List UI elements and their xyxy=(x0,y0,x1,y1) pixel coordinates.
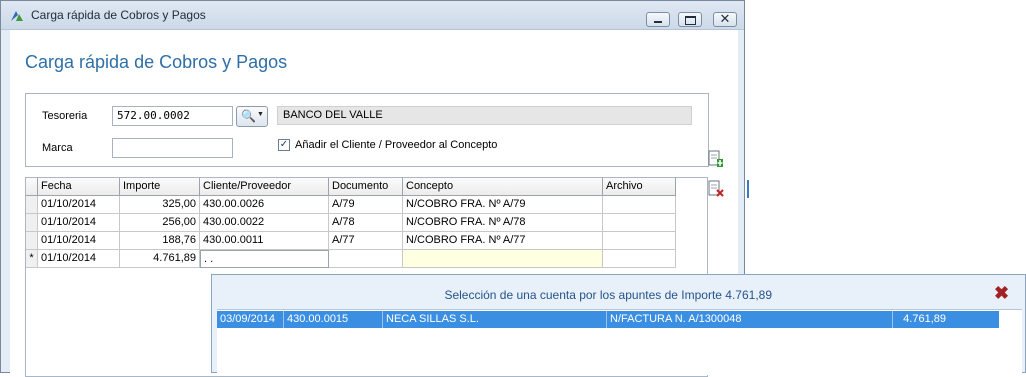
app-icon xyxy=(11,11,23,21)
row-marker[interactable] xyxy=(26,232,38,250)
popup-results-list[interactable]: 03/09/2014 430.00.0015 NECA SILLAS S.L. … xyxy=(217,309,1022,375)
header-row-marker xyxy=(26,178,38,196)
add-row-icon[interactable] xyxy=(708,150,724,168)
marca-input[interactable] xyxy=(112,138,233,158)
cell-concepto[interactable]: N/COBRO FRA. Nº A/77 xyxy=(403,232,603,250)
bank-name-field: BANCO DEL VALLE xyxy=(277,106,692,125)
tesoreria-label: Tesoreria xyxy=(42,110,88,122)
popup-title: Selección de una cuenta por los apuntes … xyxy=(444,288,772,302)
result-concepto: N/FACTURA N. A/1300048 xyxy=(607,311,893,328)
cell-fecha[interactable]: 01/10/2014 xyxy=(38,214,120,232)
marca-label: Marca xyxy=(42,142,73,154)
maximize-button[interactable] xyxy=(678,12,702,27)
background-window-edge xyxy=(747,180,749,198)
cell-fecha[interactable]: 01/10/2014 xyxy=(38,232,120,250)
cell-archivo[interactable] xyxy=(603,214,676,232)
list-item-selected[interactable]: 03/09/2014 430.00.0015 NECA SILLAS S.L. … xyxy=(217,311,999,328)
chevron-down-icon: ▼ xyxy=(257,111,264,118)
cell-archivo[interactable] xyxy=(603,196,676,214)
column-header-documento[interactable]: Documento xyxy=(329,178,403,196)
cell-documento[interactable]: A/78 xyxy=(329,214,403,232)
cell-concepto[interactable]: N/COBRO FRA. Nº A/78 xyxy=(403,214,603,232)
add-client-checkbox[interactable]: ✓ xyxy=(278,139,290,151)
row-marker[interactable] xyxy=(26,214,38,232)
cell-importe[interactable]: 325,00 xyxy=(120,196,200,214)
cell-archivo[interactable] xyxy=(603,232,676,250)
add-client-checkbox-label[interactable]: Añadir el Cliente / Proveedor al Concept… xyxy=(295,139,497,151)
column-header-cliente[interactable]: Cliente/Proveedor xyxy=(200,178,329,196)
cell-fecha[interactable]: 01/10/2014 xyxy=(38,250,120,268)
column-header-archivo[interactable]: Archivo xyxy=(603,178,676,196)
popup-close-icon[interactable]: ✖ xyxy=(994,283,1009,304)
tesoreria-lookup-button[interactable]: 🔍 ▼ xyxy=(236,106,268,127)
cell-cliente[interactable]: 430.00.0011 xyxy=(200,232,329,250)
row-marker[interactable] xyxy=(26,196,38,214)
search-icon: 🔍 xyxy=(241,109,256,123)
minimize-icon xyxy=(654,21,662,23)
column-header-fecha[interactable]: Fecha xyxy=(38,178,120,196)
close-icon: ✕ xyxy=(719,11,731,26)
tesoreria-input[interactable]: 572.00.0002 xyxy=(112,106,233,126)
page-title: Carga rápida de Cobros y Pagos xyxy=(25,52,288,72)
cell-cliente[interactable]: 430.00.0022 xyxy=(200,214,329,232)
title-bar[interactable]: Carga rápida de Cobros y Pagos ✕ xyxy=(1,1,744,30)
result-importe: 4.761,89 xyxy=(903,313,946,325)
cell-importe[interactable]: 4.761,89 xyxy=(120,250,200,268)
result-fecha: 03/09/2014 xyxy=(217,311,284,328)
account-selection-popup: Selección de una cuenta por los apuntes … xyxy=(211,274,1026,375)
result-nombre: NECA SILLAS S.L. xyxy=(383,311,607,328)
cell-concepto[interactable] xyxy=(403,250,603,268)
window-title: Carga rápida de Cobros y Pagos xyxy=(31,8,206,22)
cell-documento[interactable]: A/79 xyxy=(329,196,403,214)
delete-row-icon[interactable] xyxy=(708,180,724,198)
cell-cliente[interactable]: 430.00.0026 xyxy=(200,196,329,214)
close-button[interactable]: ✕ xyxy=(713,11,737,27)
result-cuenta: 430.00.0015 xyxy=(284,311,383,328)
cell-archivo[interactable] xyxy=(603,250,676,268)
cell-concepto[interactable]: N/COBRO FRA. Nº A/79 xyxy=(403,196,603,214)
cell-importe[interactable]: 188,76 xyxy=(120,232,200,250)
column-header-concepto[interactable]: Concepto xyxy=(403,178,603,196)
cell-documento[interactable]: A/77 xyxy=(329,232,403,250)
header-group: Tesoreria 572.00.0002 🔍 ▼ BANCO DEL VALL… xyxy=(25,93,709,167)
cell-documento[interactable] xyxy=(329,250,403,268)
cell-fecha[interactable]: 01/10/2014 xyxy=(38,196,120,214)
maximize-icon xyxy=(685,16,696,25)
cell-cliente-editor[interactable]: . . xyxy=(200,250,329,268)
row-marker[interactable]: * xyxy=(26,250,38,268)
column-header-importe[interactable]: Importe xyxy=(120,178,200,196)
minimize-button[interactable] xyxy=(646,12,670,27)
cell-importe[interactable]: 256,00 xyxy=(120,214,200,232)
